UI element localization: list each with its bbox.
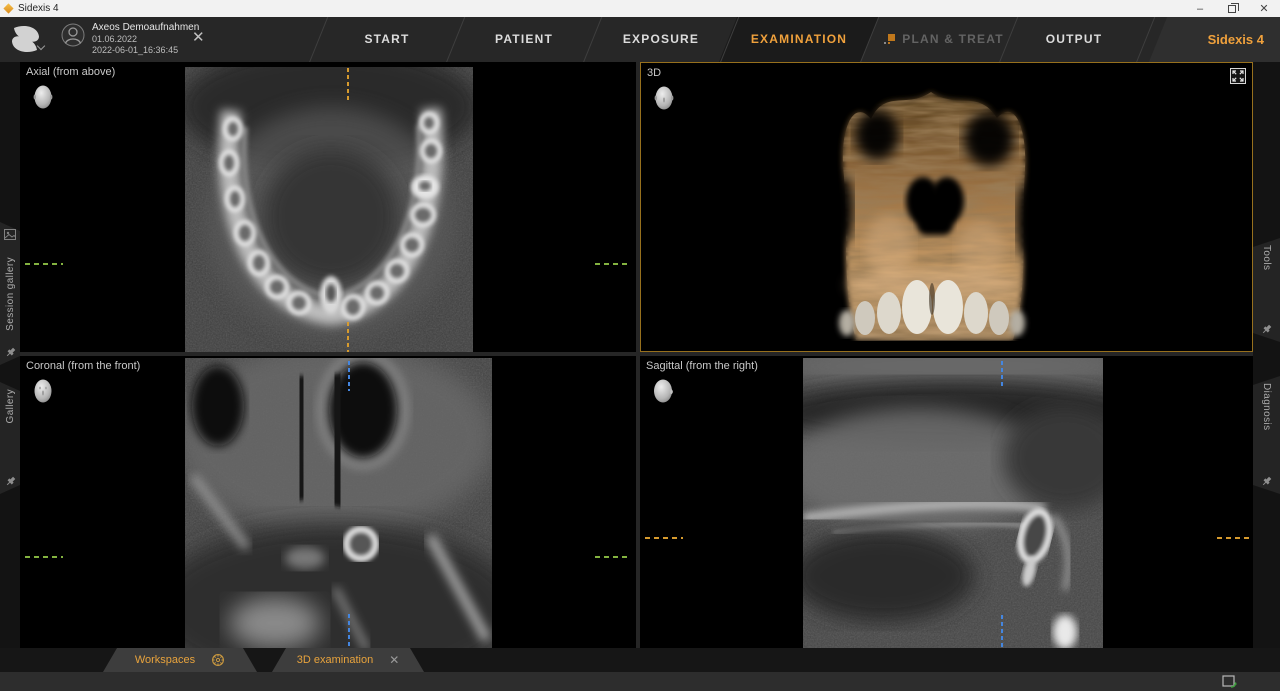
sidebar-item-tools[interactable]: Tools (1253, 238, 1280, 342)
sidebar-item-session-gallery[interactable]: Session gallery (0, 222, 20, 365)
sidebar-label: Tools (1261, 245, 1272, 270)
pin-icon[interactable] (5, 476, 16, 487)
volume-render-3d[interactable] (831, 85, 1036, 341)
view-3d[interactable]: 3D (640, 62, 1253, 352)
sidebar-label: Session gallery (5, 257, 16, 331)
view-coronal[interactable]: Coronal (from the front) (20, 356, 636, 648)
slice-line-axial[interactable] (645, 537, 683, 539)
head-orientation-icon[interactable] (32, 378, 54, 411)
right-sidebar: Tools Diagnosis (1253, 62, 1280, 648)
close-patient-button[interactable]: ✕ (192, 28, 205, 46)
status-bar (0, 672, 1280, 691)
head-orientation-icon[interactable] (653, 85, 675, 118)
sagittal-ct-image[interactable] (803, 358, 1103, 648)
tab-start[interactable]: START (337, 17, 437, 62)
sidebar-label: Diagnosis (1261, 383, 1272, 431)
head-orientation-icon[interactable] (32, 84, 54, 117)
minimize-button[interactable]: – (1184, 0, 1216, 17)
patient-avatar (61, 23, 85, 52)
bottom-tab-bar: Workspaces 3D examination ✕ (0, 648, 1280, 672)
pin-icon[interactable] (1261, 476, 1272, 487)
sidebar-label: Gallery (5, 389, 16, 423)
window-title: Sidexis 4 (18, 3, 59, 14)
pin-icon[interactable] (1261, 324, 1272, 335)
close-tab-icon[interactable]: ✕ (389, 653, 399, 667)
workspace: Session gallery Gallery Tools (0, 62, 1280, 648)
patient-session: 2022-06-01_16:36:45 (92, 45, 199, 57)
head-orientation-icon[interactable] (652, 378, 676, 411)
nav-separator (308, 17, 329, 62)
tab-patient[interactable]: PATIENT (474, 17, 574, 62)
slice-line-coronal[interactable] (1001, 615, 1003, 648)
slice-line-sagittal[interactable] (347, 322, 349, 352)
patient-date: 01.06.2022 (92, 34, 199, 46)
close-window-button[interactable]: ✕ (1248, 0, 1280, 17)
pin-icon[interactable] (5, 347, 16, 358)
view-sagittal[interactable]: Sagittal (from the right) (640, 356, 1253, 648)
workspace-settings-icon[interactable] (211, 653, 225, 667)
tab-output[interactable]: OUTPUT (1024, 17, 1124, 62)
title-bar: Sidexis 4 – ✕ (0, 0, 1280, 17)
restore-button[interactable] (1216, 0, 1248, 17)
tab-examination[interactable]: EXAMINATION (739, 17, 859, 62)
sidexis-window: Sidexis 4 – ✕ (0, 0, 1280, 691)
slice-line-sagittal[interactable] (348, 361, 350, 391)
tab-label: Workspaces (135, 654, 195, 666)
view-title: Sagittal (from the right) (646, 360, 758, 372)
view-title: Coronal (from the front) (26, 360, 140, 372)
image-icon (4, 229, 16, 240)
app-icon (3, 3, 13, 13)
nav-separator (445, 17, 466, 62)
patient-info[interactable]: Axeos Demoaufnahmen 01.06.2022 2022-06-0… (92, 22, 199, 57)
restore-icon (1228, 5, 1236, 13)
slice-line-axial[interactable] (25, 556, 63, 558)
slice-line-coronal[interactable] (25, 263, 63, 265)
axial-ct-image[interactable] (185, 67, 473, 352)
slice-line-sagittal[interactable] (347, 68, 349, 100)
fullscreen-icon[interactable] (1230, 68, 1246, 84)
tab-plan-treat[interactable]: PLAN & TREAT (898, 17, 1008, 62)
patient-name: Axeos Demoaufnahmen (92, 22, 199, 34)
left-sidebar: Session gallery Gallery (0, 62, 20, 648)
sidebar-item-gallery[interactable]: Gallery (0, 382, 20, 494)
view-axial[interactable]: Axial (from above) (20, 62, 636, 352)
tab-3d-examination[interactable]: 3D examination ✕ (272, 648, 424, 672)
nav-separator (582, 17, 603, 62)
brand-label: Sidexis 4 (1208, 17, 1264, 62)
slice-line-axial[interactable] (595, 556, 631, 558)
slice-line-axial[interactable] (1217, 537, 1249, 539)
tab-workspaces[interactable]: Workspaces (103, 648, 257, 672)
plan-treat-icon (884, 34, 895, 45)
slice-line-coronal[interactable] (1001, 361, 1003, 389)
view-title: 3D (647, 67, 661, 79)
sidebar-item-diagnosis[interactable]: Diagnosis (1253, 376, 1280, 494)
tab-label: 3D examination (297, 654, 373, 666)
sirona-logo-icon[interactable] (9, 24, 42, 59)
slice-line-sagittal[interactable] (348, 614, 350, 646)
header: Axeos Demoaufnahmen 01.06.2022 2022-06-0… (0, 17, 1280, 62)
slice-line-coronal[interactable] (595, 263, 631, 265)
view-title: Axial (from above) (26, 66, 115, 78)
tab-exposure[interactable]: EXPOSURE (611, 17, 711, 62)
coronal-ct-image[interactable] (185, 358, 492, 648)
second-monitor-icon[interactable] (1222, 675, 1237, 691)
